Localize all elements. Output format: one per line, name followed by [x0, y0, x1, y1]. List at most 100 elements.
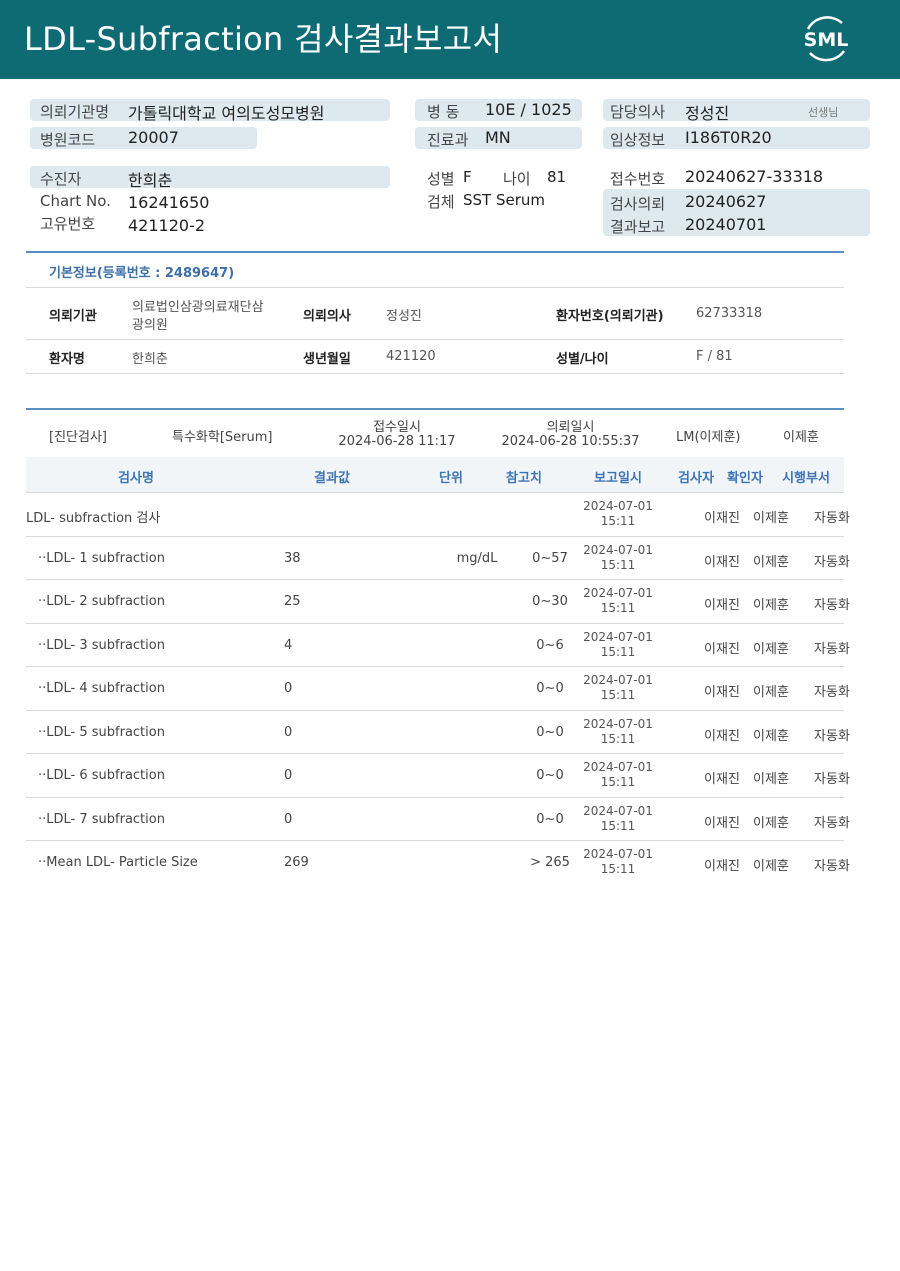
row-result: 4: [284, 637, 293, 653]
receipt-dt-label: 접수일시: [373, 420, 421, 435]
row-test-name: ··Mean LDL- Particle Size: [38, 855, 198, 870]
row-report-time: 2024-07-01 15:11: [578, 499, 658, 529]
row-test-name: ··LDL- 6 subfraction: [38, 768, 165, 783]
row-result: 38: [284, 550, 301, 566]
row-test-name: ··LDL- 1 subfraction: [38, 550, 165, 566]
row-reference: > 265: [530, 855, 570, 870]
row-test-name: ··LDL- 4 subfraction: [38, 681, 165, 696]
row-test-name: ··LDL- 7 subfraction: [38, 811, 165, 827]
row-tester: 이재진: [704, 554, 740, 570]
row-report-clock: 15:11: [600, 644, 636, 659]
row-report-clock: 15:11: [600, 775, 636, 789]
basic-doc-value: 정성진: [386, 309, 422, 324]
col-tester: 검사자: [678, 471, 714, 486]
row-reference: 0~0: [536, 681, 564, 696]
results-top-rule: [26, 408, 844, 410]
row-verifier: 이제훈: [753, 598, 789, 613]
request-dt-value: 2024-06-28 10:55:37: [501, 434, 640, 449]
report-date-value: 20240701: [685, 215, 767, 234]
table-row: ··LDL- 2 subfraction 25 0~30 이재진 이제훈 자동화 2024-…: [26, 580, 850, 624]
test-category: [진단검사]: [49, 430, 107, 445]
row-result: 0: [284, 768, 293, 783]
row-department: 자동화: [814, 815, 850, 831]
row-result: 0: [284, 681, 293, 696]
department-value: MN: [485, 128, 511, 147]
basic-info-bottom-rule: [26, 373, 844, 374]
lab-name: LM(이제훈): [676, 430, 741, 445]
row-report-clock: 15:11: [600, 818, 636, 833]
col-verifier: 확인자: [727, 471, 763, 486]
row-report-time: 2024-07-01 15:11: [578, 804, 658, 834]
basic-row-divider: [26, 339, 844, 340]
table-row: LDL- subfraction 검사 이재진 이제훈 자동화 2024-07-01 15…: [26, 493, 850, 537]
col-department: 시행부서: [782, 471, 830, 486]
row-verifier: 이제훈: [753, 728, 789, 744]
receipt-no-label: 접수번호: [610, 170, 666, 188]
patient-label: 수진자: [40, 170, 82, 188]
request-date-label: 검사의뢰: [610, 195, 666, 213]
row-report-date: 2024-07-01: [583, 499, 653, 513]
basic-sexage-value: F / 81: [696, 349, 733, 364]
row-result: 0: [284, 811, 293, 827]
col-report-time: 보고일시: [594, 471, 642, 486]
row-report-date: 2024-07-01: [583, 629, 653, 644]
row-report-clock: 15:11: [600, 601, 636, 615]
row-tester: 이재진: [704, 728, 740, 744]
row-department: 자동화: [814, 554, 850, 570]
logo-text: SML: [804, 29, 849, 51]
patient-value: 한희춘: [128, 171, 173, 190]
chart-no-label: Chart No.: [40, 192, 111, 210]
basic-pno-value: 62733318: [696, 306, 763, 321]
row-reference: 0~0: [536, 768, 564, 783]
col-result: 결과값: [314, 471, 350, 486]
table-row: ··LDL- 6 subfraction 0 0~0 이재진 이제훈 자동화 2024-07…: [26, 754, 850, 798]
col-test-name: 검사명: [118, 471, 154, 486]
row-report-clock: 15:11: [600, 688, 636, 702]
sml-logo: SML: [798, 13, 854, 65]
row-report-date: 2024-07-01: [583, 847, 653, 861]
table-row: ··LDL- 7 subfraction 0 0~0 이재진 이제훈 자동화 2024-07…: [26, 798, 850, 841]
row-test-name: LDL- subfraction 검사: [26, 511, 161, 526]
row-department: 자동화: [814, 641, 850, 657]
row-report-date: 2024-07-01: [583, 716, 653, 731]
sex-value: F: [463, 168, 472, 186]
ward-value: 10E / 1025: [485, 100, 572, 119]
row-unit: mg/dL: [456, 550, 498, 566]
row-tester: 이재진: [704, 772, 740, 787]
doctor-value: 정성진: [685, 104, 730, 123]
doctor-label: 담당의사: [610, 103, 666, 121]
row-report-clock: 15:11: [600, 862, 636, 876]
row-report-date: 2024-07-01: [583, 673, 653, 687]
row-verifier: 이제훈: [753, 859, 789, 874]
request-date-value: 20240627: [685, 192, 767, 211]
specimen-label: 검체: [427, 193, 455, 211]
row-report-clock: 15:11: [600, 557, 636, 572]
row-department: 자동화: [814, 859, 850, 874]
row-verifier: 이제훈: [753, 772, 789, 787]
institution-label: 의뢰기관명: [40, 103, 110, 121]
row-tester: 이재진: [704, 815, 740, 831]
row-report-date: 2024-07-01: [583, 586, 653, 600]
basic-name-label: 환자명: [49, 352, 85, 367]
row-reference: 0~6: [536, 637, 564, 653]
row-report-clock: 15:11: [600, 514, 636, 528]
chart-no-value: 16241650: [128, 193, 210, 212]
row-result: 269: [284, 855, 309, 870]
row-tester: 이재진: [704, 511, 740, 526]
basic-info-divider: [26, 287, 844, 288]
row-report-time: 2024-07-01 15:11: [578, 630, 658, 660]
row-verifier: 이제훈: [753, 685, 789, 700]
row-reference: 0~0: [536, 811, 564, 827]
row-department: 자동화: [814, 685, 850, 700]
row-report-time: 2024-07-01 15:11: [578, 847, 658, 877]
age-value: 81: [547, 168, 567, 186]
clinical-label: 임상정보: [610, 131, 666, 149]
row-test-name: ··LDL- 5 subfraction: [38, 724, 165, 740]
row-tester: 이재진: [704, 598, 740, 613]
row-report-time: 2024-07-01 15:11: [578, 717, 658, 747]
row-verifier: 이제훈: [753, 554, 789, 570]
hospital-code-value: 20007: [128, 128, 179, 147]
row-department: 자동화: [814, 772, 850, 787]
row-report-date: 2024-07-01: [583, 542, 653, 557]
row-report-date: 2024-07-01: [583, 760, 653, 774]
